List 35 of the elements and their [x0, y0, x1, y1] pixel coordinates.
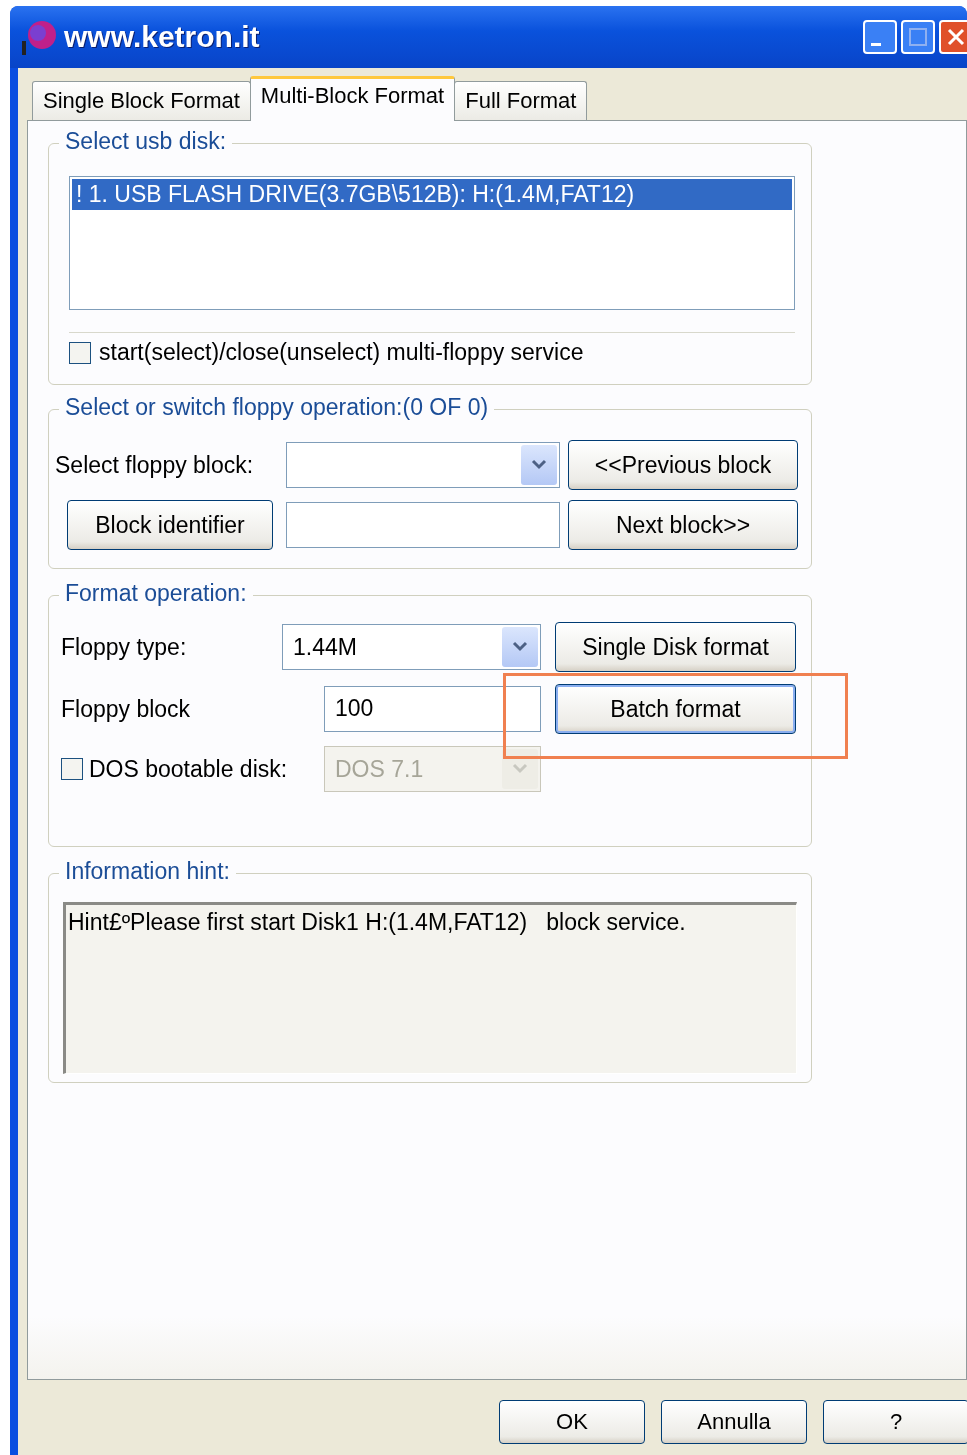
- chevron-down-icon: [531, 459, 547, 471]
- single-disk-format-button[interactable]: Single Disk format: [555, 622, 796, 672]
- checkbox-label: start(select)/close(unselect) multi-floppy service: [99, 339, 584, 366]
- block-identifier-button[interactable]: Block identifier: [67, 500, 273, 550]
- maximize-button[interactable]: [901, 20, 935, 54]
- window-title: www.ketron.it: [64, 20, 260, 54]
- tab[interactable]: Multi-Block Format: [249, 76, 456, 121]
- maximize-icon: [908, 27, 928, 47]
- previous-block-button[interactable]: <<Previous block: [568, 440, 798, 490]
- chevron-down-icon: [512, 641, 528, 653]
- identifier-field[interactable]: [286, 502, 560, 548]
- dialog-button[interactable]: Annulla: [661, 1400, 807, 1444]
- dropdown[interactable]: [286, 442, 560, 488]
- field-label: Floppy block: [61, 695, 192, 723]
- checkbox-label: DOS bootable disk:: [89, 755, 288, 783]
- minimize-button[interactable]: [863, 20, 897, 54]
- list-item[interactable]: ! 1. USB FLASH DRIVE(3.7GB\512B): H:(1.4M,FAT12): [72, 179, 792, 210]
- batch-format-button[interactable]: Batch format: [555, 684, 796, 734]
- dropdown[interactable]: 1.44M: [282, 624, 541, 670]
- chevron-down-icon: [512, 763, 528, 775]
- minimize-icon: [871, 42, 881, 46]
- field-label: Floppy type:: [61, 633, 188, 661]
- group-title: Format operation:: [59, 580, 253, 607]
- tab[interactable]: Single Block Format: [32, 81, 251, 120]
- next-block-button[interactable]: Next block>>: [568, 500, 798, 550]
- field-label: Select floppy block:: [55, 451, 255, 479]
- dialog-button[interactable]: ?: [823, 1400, 967, 1444]
- tab[interactable]: Full Format: [454, 81, 588, 120]
- hint-text: Hint£ºPlease first start Disk1 H:(1.4M,FAT12) block service.: [63, 902, 797, 1074]
- close-button[interactable]: [939, 20, 967, 54]
- checkbox[interactable]: [69, 341, 91, 364]
- close-icon: [946, 27, 966, 47]
- dialog-button[interactable]: OK: [499, 1400, 645, 1444]
- group-title: Select or switch floppy operation:(0 OF 0): [59, 394, 495, 421]
- block-count-field[interactable]: 100: [324, 686, 541, 732]
